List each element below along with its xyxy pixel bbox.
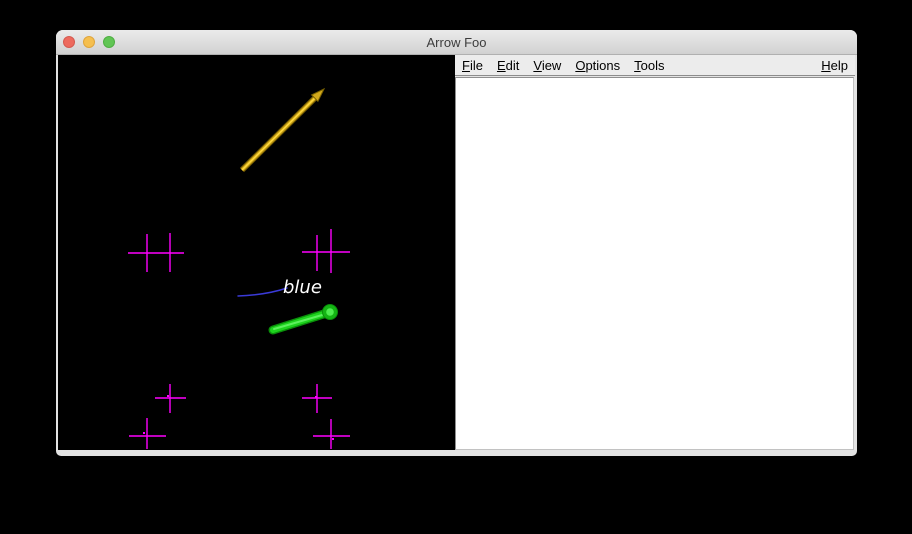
close-button[interactable] [63,36,75,48]
green-line-highlight [274,313,329,329]
magenta-dot-4 [332,438,334,440]
menu-file[interactable]: File [462,58,483,73]
zoom-button[interactable] [103,36,115,48]
window-title: Arrow Foo [427,35,487,50]
menubar: File Edit View Options Tools Help [455,55,855,76]
app-window: Arrow Foo blue File Edit View Options To… [56,30,857,456]
magenta-dot-2 [143,432,145,434]
green-dot-inner [326,308,334,316]
canvas-area: blue [58,55,455,450]
magenta-dot-3 [315,396,317,398]
blue-curve [238,288,287,296]
menu-help[interactable]: Help [821,58,848,73]
blue-label: blue [283,277,322,298]
menu-options[interactable]: Options [575,58,620,73]
text-widget[interactable] [455,77,854,450]
gold-arrow-shaft-highlight [242,97,316,170]
minimize-button[interactable] [83,36,95,48]
menu-view[interactable]: View [533,58,561,73]
titlebar[interactable]: Arrow Foo [56,30,857,55]
menu-edit[interactable]: Edit [497,58,519,73]
right-panel: File Edit View Options Tools Help [455,55,855,450]
menu-tools[interactable]: Tools [634,58,664,73]
magenta-dot-1 [167,395,169,397]
traffic-lights [63,36,115,48]
drawing-canvas[interactable]: blue [58,55,455,450]
